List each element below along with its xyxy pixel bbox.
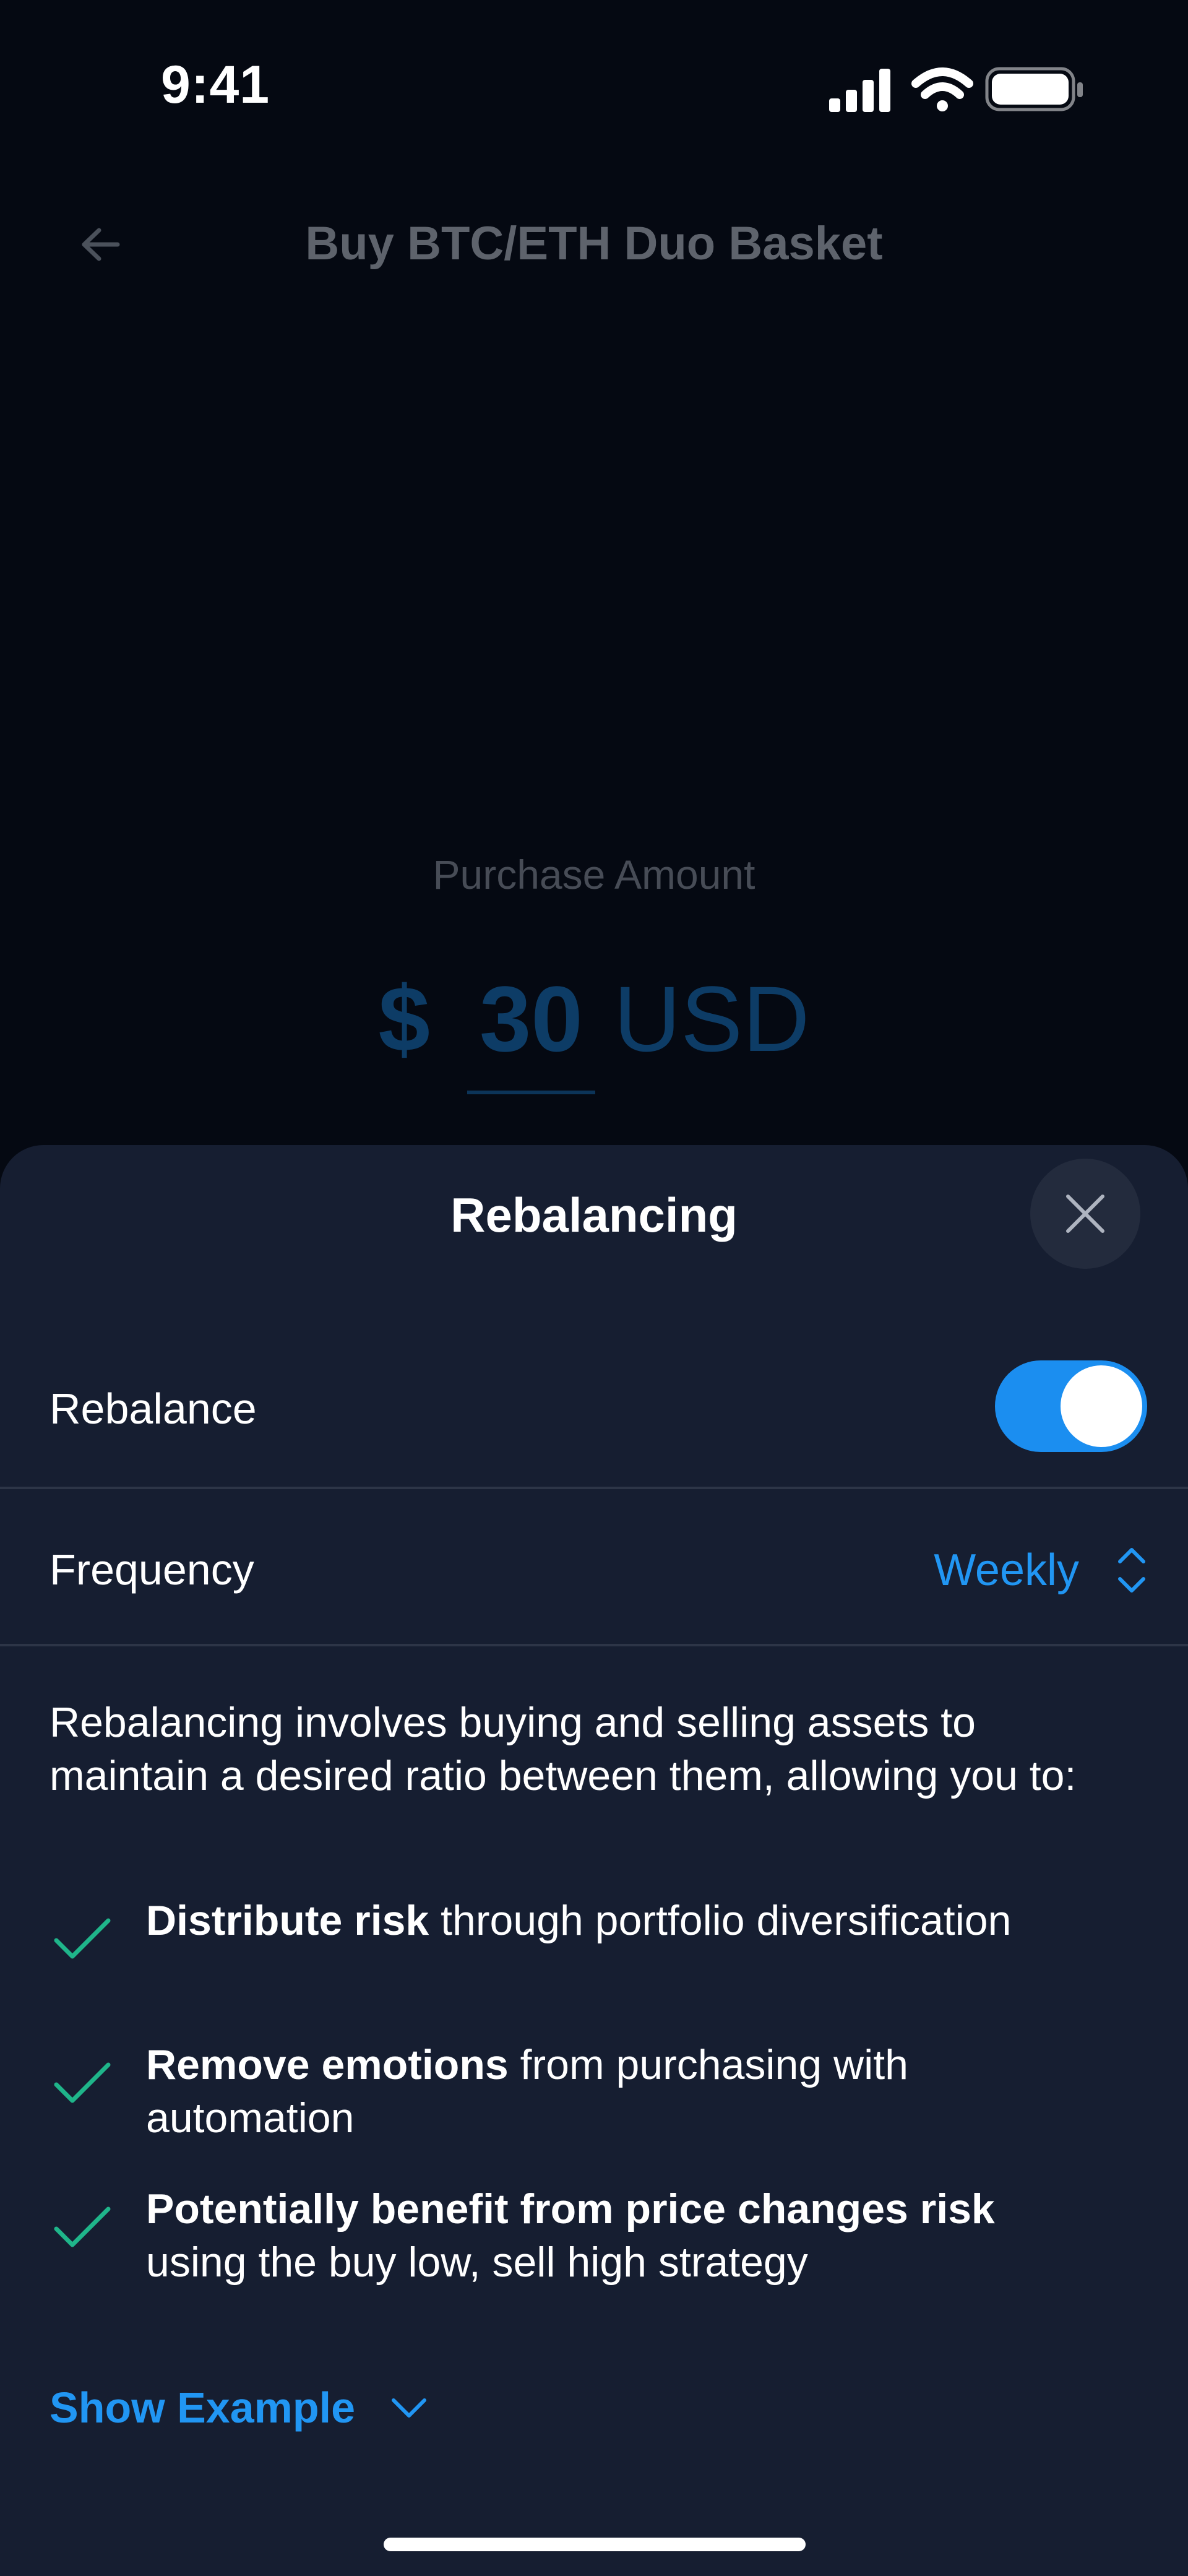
purchase-amount-label: Purchase Amount [433,852,755,897]
benefit-rest: through portfolio diversification [441,1897,1012,1944]
show-example-label: Show Example [50,2384,356,2432]
home-indicator[interactable] [384,2538,806,2551]
benefit-text: Distribute risk through portfolio divers… [146,1894,1136,1947]
sort-chevrons-icon [1118,1548,1145,1593]
amount-underline [467,1091,595,1094]
rebalance-label: Rebalance [50,1385,257,1433]
benefit-text: Potentially benefit from price changes r… [146,2182,1136,2289]
cellular-signal-icon [829,69,890,112]
screen: 9:41 Buy BTC/ETH Duo Basket Purchase Amo… [0,0,1188,2576]
checkmark-icon [54,2206,111,2247]
benefit-rest: using the buy low, sell high strategy [146,2239,808,2286]
currency-symbol: $ [378,967,430,1071]
rebalance-row: Rebalance [0,1325,1188,1489]
benefit-bold: Potentially benefit from price changes r… [146,2185,995,2232]
close-button[interactable] [1030,1159,1140,1269]
benefit-text: Remove emotions from purchasing with aut… [146,2038,938,2145]
currency-code: USD [613,967,810,1071]
status-time: 9:41 [161,55,270,115]
checkmark-icon [54,2062,111,2103]
checkmark-icon [54,1918,111,1959]
rebalance-toggle[interactable] [995,1360,1147,1452]
frequency-row: Frequency Weekly [0,1489,1188,1646]
rebalancing-sheet: Rebalancing Rebalance Frequency Weekly R… [0,1145,1188,2576]
toggle-knob [1061,1365,1142,1447]
close-icon [1066,1195,1104,1233]
frequency-label: Frequency [50,1545,254,1594]
benefit-bold: Distribute risk [146,1897,429,1944]
rebalancing-description: Rebalancing involves buying and selling … [50,1699,1077,1799]
status-icons [829,65,1089,115]
show-example-button[interactable]: Show Example [50,2383,428,2432]
battery-icon [985,67,1083,111]
benefit-bold: Remove emotions [146,2041,509,2088]
amount-value[interactable]: 30 [467,966,595,1094]
frequency-value: Weekly [934,1545,1079,1595]
chevron-down-icon [392,2398,427,2418]
purchase-amount-input[interactable]: $30 USD [0,966,1188,1094]
status-bar: 9:41 [0,0,1188,179]
wifi-icon [911,67,973,111]
page-title: Buy BTC/ETH Duo Basket [305,217,883,270]
sheet-title: Rebalancing [450,1188,738,1242]
amount-value-text: 30 [479,967,583,1071]
frequency-select[interactable]: Weekly [934,1536,1147,1604]
